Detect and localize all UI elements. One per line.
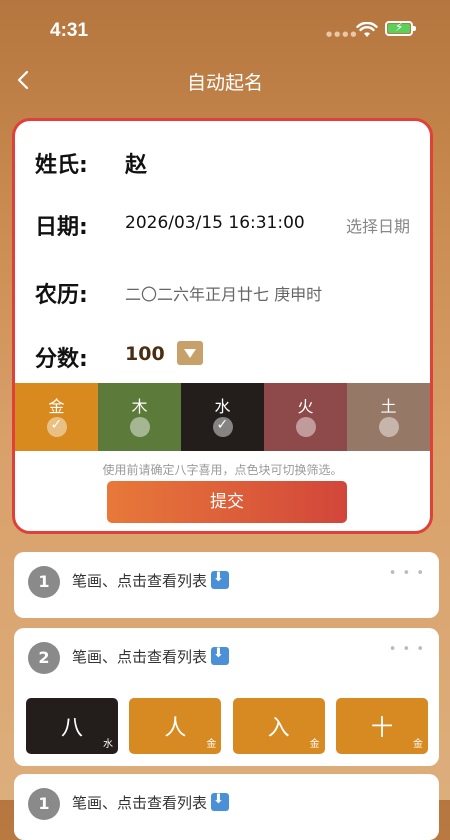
arrow-down-icon <box>211 792 230 811</box>
nav-bar: 自动起名 <box>0 58 450 102</box>
submit-button[interactable]: 提交 <box>107 481 347 523</box>
character-element: 金 <box>206 739 217 750</box>
battery-icon: ⚡ <box>385 20 416 36</box>
element-fire[interactable]: 火 <box>264 383 347 451</box>
filter-hint: 使用前请确定八字喜用，点色块可切换筛选。 <box>102 463 343 477</box>
group-title: 笔画、点击查看列表 <box>72 570 230 591</box>
character-tile[interactable]: 十 金 <box>335 698 428 754</box>
stroke-group-card[interactable]: 2 笔画、点击查看列表 • • • 八 水 人 金 入 金 十 金 <box>14 628 439 766</box>
character-list: 八 水 人 金 入 金 十 金 <box>26 698 428 756</box>
lunar-row: 农历: 二〇二六年正月廿七 庚申时 <box>15 261 430 321</box>
character-tile[interactable]: 入 金 <box>232 698 325 754</box>
element-earth[interactable]: 土 <box>347 383 430 451</box>
group-number-badge: 1 <box>28 566 60 598</box>
check-icon <box>212 417 233 437</box>
page-title: 自动起名 <box>186 72 263 94</box>
score-value: 100 <box>125 343 165 365</box>
check-icon <box>46 417 67 437</box>
score-label: 分数: <box>35 347 88 372</box>
date-label: 日期: <box>35 215 88 240</box>
element-water[interactable]: 水 <box>181 383 264 451</box>
score-dropdown-button[interactable] <box>177 341 203 365</box>
date-row: 日期: 2026/03/15 16:31:00 选择日期 <box>15 193 430 253</box>
element-label: 金 <box>48 397 65 416</box>
lunar-value: 二〇二六年正月廿七 庚申时 <box>125 285 323 304</box>
score-row: 分数: 100 <box>15 325 430 385</box>
group-title-text: 笔画、点击查看列表 <box>72 648 208 666</box>
name-form-card: 姓氏: 赵 日期: 2026/03/15 16:31:00 选择日期 农历: 二… <box>12 118 433 534</box>
surname-label: 姓氏: <box>35 153 88 178</box>
arrow-down-icon <box>211 570 230 589</box>
element-label: 土 <box>380 397 397 416</box>
group-title-text: 笔画、点击查看列表 <box>72 794 208 812</box>
element-label: 木 <box>131 397 148 416</box>
group-title: 笔画、点击查看列表 <box>72 792 230 813</box>
status-bar: 4:31 ●●●● ⚡ <box>0 0 450 58</box>
more-icon[interactable]: • • • <box>389 566 425 581</box>
group-number-badge: 2 <box>28 642 60 674</box>
stroke-group-card[interactable]: 1 笔画、点击查看列表 <box>14 774 439 840</box>
character-element: 水 <box>103 739 113 750</box>
element-label: 水 <box>214 397 231 416</box>
status-time: 4:31 <box>50 20 89 41</box>
signal-dots-icon: ●●●● <box>326 30 359 38</box>
five-elements-filter: 金 木 水 火 土 <box>15 383 430 451</box>
stroke-group-card[interactable]: 1 笔画、点击查看列表 • • • <box>14 552 439 618</box>
character-element: 金 <box>412 739 423 750</box>
unchecked-circle-icon <box>129 417 150 437</box>
unchecked-circle-icon <box>295 417 316 437</box>
unchecked-circle-icon <box>378 417 399 437</box>
pick-date-button[interactable]: 选择日期 <box>346 213 410 237</box>
element-metal[interactable]: 金 <box>15 383 98 451</box>
surname-input[interactable]: 赵 <box>125 147 147 179</box>
arrow-down-icon <box>211 646 230 665</box>
group-number-badge: 1 <box>28 788 60 820</box>
group-title-text: 笔画、点击查看列表 <box>72 572 208 590</box>
surname-row: 姓氏: 赵 <box>15 131 430 191</box>
element-label: 火 <box>297 397 314 416</box>
character-element: 金 <box>309 739 320 750</box>
group-title: 笔画、点击查看列表 <box>72 646 230 667</box>
wifi-icon <box>356 22 378 37</box>
character-tile[interactable]: 八 水 <box>26 698 118 754</box>
character-tile[interactable]: 人 金 <box>129 698 222 754</box>
more-icon[interactable]: • • • <box>389 642 425 657</box>
date-value: 2026/03/15 16:31:00 <box>125 213 305 233</box>
element-wood[interactable]: 木 <box>98 383 181 451</box>
lunar-label: 农历: <box>35 283 88 308</box>
